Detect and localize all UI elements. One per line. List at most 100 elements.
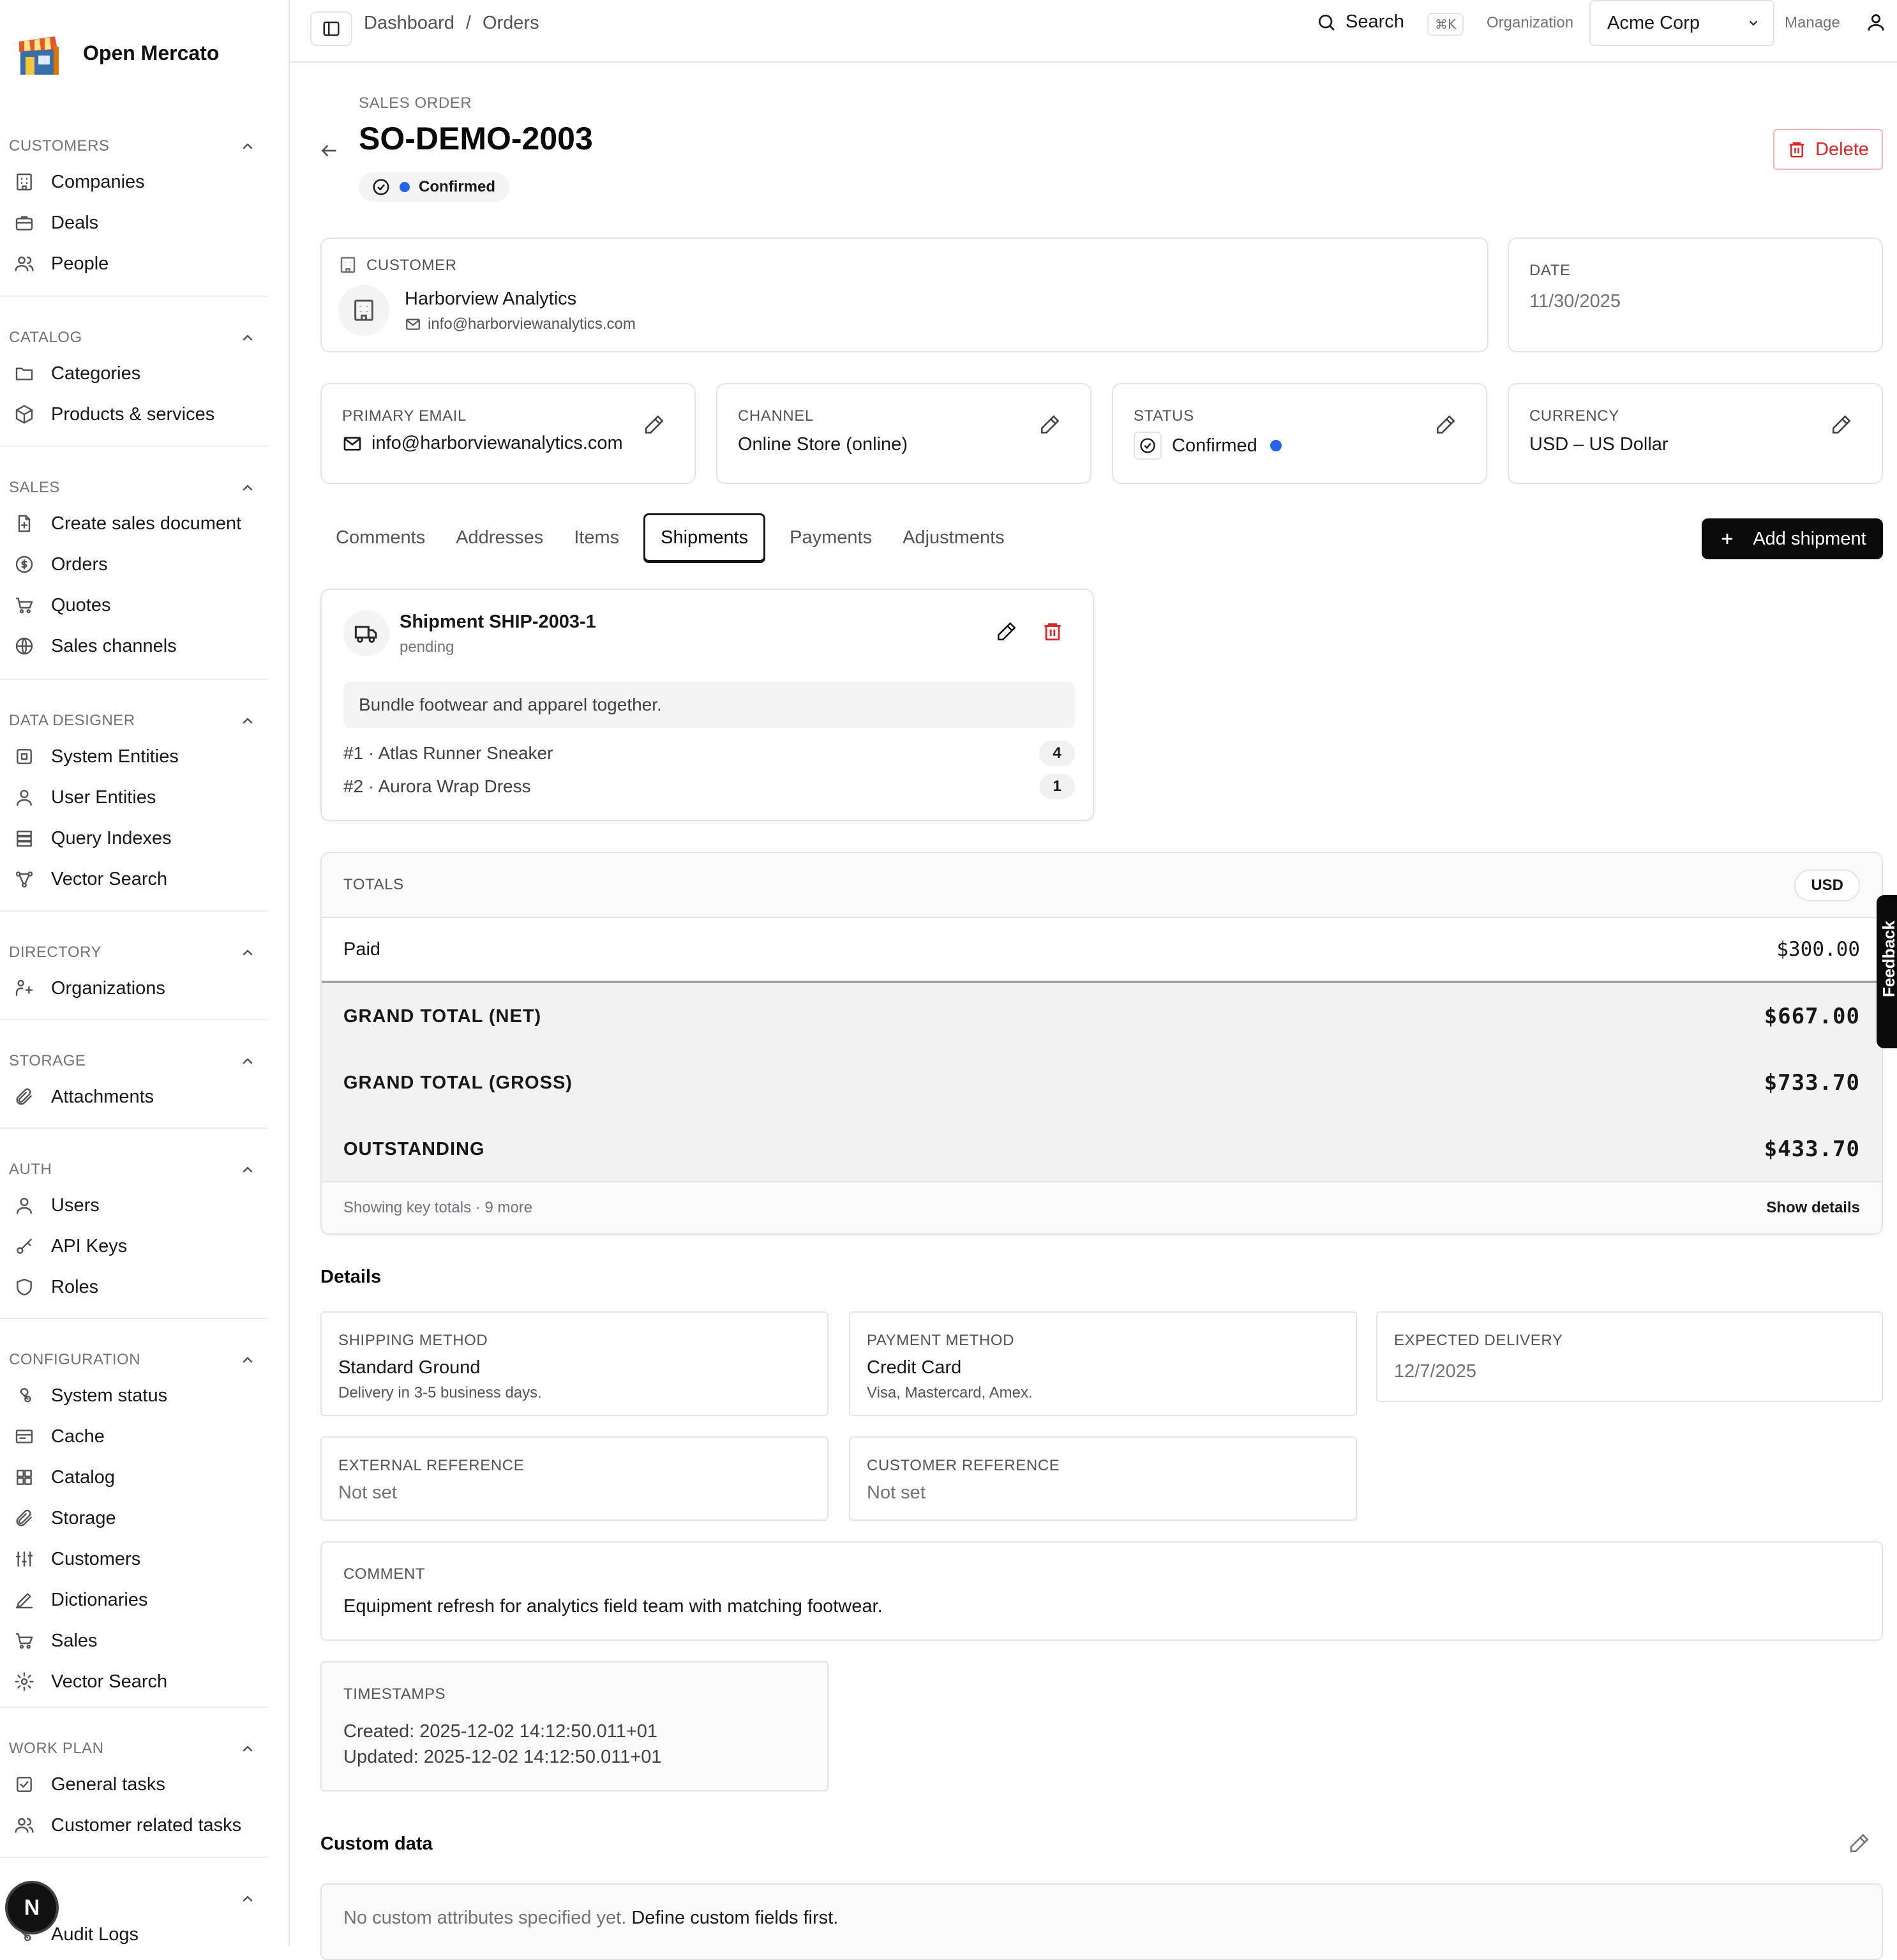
customer-caption: CUSTOMER <box>366 257 457 274</box>
check-circle-icon <box>1140 438 1155 453</box>
brand[interactable]: Open Mercato <box>18 24 219 82</box>
search-button[interactable]: Search <box>1316 11 1404 33</box>
sidebar-item[interactable]: System status <box>0 1375 268 1416</box>
sidebar-item[interactable]: Roles <box>0 1267 268 1308</box>
chevron-up-icon <box>240 1352 255 1368</box>
pencil-icon[interactable] <box>1039 414 1061 435</box>
tab-addresses[interactable]: Addresses <box>440 513 559 562</box>
sidebar-item[interactable]: Users <box>0 1185 268 1226</box>
status-icon-box <box>1134 432 1162 460</box>
custom-data-empty: No custom attributes specified yet. Defi… <box>343 1908 838 1929</box>
file-plus-icon <box>14 513 34 534</box>
sidebar-section-header[interactable]: SALES <box>0 472 268 503</box>
comment-caption: COMMENT <box>343 1565 426 1583</box>
sidebar-item[interactable]: Organizations <box>0 968 268 1009</box>
sidebar-item[interactable]: Catalog <box>0 1457 268 1498</box>
breadcrumb-orders[interactable]: Orders <box>483 13 539 34</box>
add-shipment-button[interactable]: Add shipment <box>1702 518 1883 559</box>
pencil-icon[interactable] <box>1848 1832 1870 1854</box>
sidebar-item[interactable]: User Entities <box>0 777 268 818</box>
organization-select[interactable]: Acme Corp <box>1589 0 1774 46</box>
sidebar-section-header[interactable]: WORK PLAN <box>0 1733 268 1764</box>
custom-data-empty-text: No custom attributes specified yet. <box>343 1908 627 1928</box>
shipment-line-label: #2 · Aurora Wrap Dress <box>343 776 531 796</box>
sidebar-item-label: Customer related tasks <box>51 1814 242 1836</box>
delete-button[interactable]: Delete <box>1773 129 1883 170</box>
sidebar-section-header[interactable]: DIRECTORY <box>0 937 268 968</box>
define-custom-fields-link[interactable]: Define custom fields first. <box>631 1908 838 1928</box>
sidebar-item[interactable]: Vector Search <box>0 1661 268 1702</box>
sidebar-item-label: Catalog <box>51 1466 115 1488</box>
sidebar-item[interactable]: Query Indexes <box>0 818 268 859</box>
customer-name[interactable]: Harborview Analytics <box>405 289 576 310</box>
breadcrumb-dashboard[interactable]: Dashboard <box>364 13 454 34</box>
sidebar-item[interactable]: System Entities <box>0 736 268 777</box>
sidebar-section-header[interactable]: DATA DESIGNER <box>0 705 268 736</box>
sidebar-section-header[interactable]: CUSTOMERS <box>0 131 268 162</box>
manage-link[interactable]: Manage <box>1785 14 1840 32</box>
sidebar-section-title: CATALOG <box>9 329 82 346</box>
shipping-method-sub: Delivery in 3-5 business days. <box>338 1384 542 1401</box>
sidebar-section-header[interactable]: CATALOG <box>0 322 268 353</box>
sidebar-section-header[interactable]: AUTH <box>0 1154 268 1185</box>
checkbox-icon <box>14 1774 34 1795</box>
shipping-method-card[interactable]: SHIPPING METHOD Standard Ground Delivery… <box>320 1311 829 1416</box>
sidebar-item[interactable]: Create sales document <box>0 503 268 544</box>
sidebar-item[interactable]: People <box>0 243 268 284</box>
sidebar-item[interactable]: General tasks <box>0 1764 268 1805</box>
feedback-tab[interactable]: Feedback <box>1877 895 1897 1048</box>
sidebar-section-header[interactable]: STORAGE <box>0 1046 268 1076</box>
sidebar-toggle-button[interactable] <box>310 11 352 46</box>
pencil-icon[interactable] <box>1831 414 1852 435</box>
sidebar-item[interactable]: Attachments <box>0 1076 268 1117</box>
back-arrow-icon[interactable] <box>319 140 340 161</box>
sidebar-item[interactable]: Products & services <box>0 394 268 435</box>
show-details-button[interactable]: Show details <box>1766 1199 1860 1217</box>
date-value[interactable]: 11/30/2025 <box>1529 291 1621 312</box>
external-reference-card[interactable]: EXTERNAL REFERENCE Not set <box>320 1436 829 1521</box>
tab-payments[interactable]: Payments <box>774 513 887 562</box>
customer-email[interactable]: info@harborviewanalytics.com <box>428 315 636 333</box>
sidebar-section-title: CUSTOMERS <box>9 137 110 155</box>
expected-delivery-card[interactable]: EXPECTED DELIVERY 12/7/2025 <box>1376 1311 1883 1402</box>
sidebar-item-label: Storage <box>51 1507 116 1528</box>
key-icon <box>14 1236 34 1256</box>
pencil-icon[interactable] <box>996 621 1017 642</box>
sidebar-item[interactable]: Sales <box>0 1620 268 1661</box>
payment-method-card[interactable]: PAYMENT METHOD Credit Card Visa, Masterc… <box>849 1311 1357 1416</box>
comment-card[interactable]: COMMENT Equipment refresh for analytics … <box>320 1541 1883 1641</box>
sidebar-item[interactable]: Companies <box>0 162 268 202</box>
sidebar-item[interactable]: Orders <box>0 544 268 585</box>
delete-label: Delete <box>1815 139 1869 160</box>
sidebar-section-header[interactable]: CONFIGURATION <box>0 1345 268 1375</box>
sidebar-item[interactable]: Deals <box>0 202 268 243</box>
sidebar-item-label: Vector Search <box>51 1671 168 1692</box>
pencil-icon[interactable] <box>643 414 665 435</box>
sliders-icon <box>14 1549 34 1569</box>
sidebar-item[interactable]: API Keys <box>0 1226 268 1267</box>
sidebar-item[interactable]: Storage <box>0 1498 268 1539</box>
sidebar-item[interactable]: Customer related tasks <box>0 1805 268 1846</box>
sidebar-item[interactable]: Categories <box>0 353 268 394</box>
tab-adjustments[interactable]: Adjustments <box>887 513 1020 562</box>
sidebar-item[interactable]: Dictionaries <box>0 1579 268 1620</box>
sidebar-item[interactable]: Cache <box>0 1416 268 1457</box>
tab-shipments[interactable]: Shipments <box>643 513 766 562</box>
sidebar-item[interactable]: Quotes <box>0 585 268 626</box>
pencil-icon[interactable] <box>1435 414 1457 435</box>
outstanding-label: OUTSTANDING <box>343 1138 485 1159</box>
sidebar-item[interactable]: Vector Search <box>0 859 268 900</box>
dev-tools-badge[interactable]: N <box>8 1883 56 1932</box>
tab-comments[interactable]: Comments <box>320 513 440 562</box>
tab-items[interactable]: Items <box>559 513 634 562</box>
trash-icon[interactable] <box>1042 621 1063 642</box>
customer-reference-card[interactable]: CUSTOMER REFERENCE Not set <box>849 1436 1357 1521</box>
sidebar-item[interactable]: Customers <box>0 1539 268 1579</box>
payment-method-sub: Visa, Mastercard, Amex. <box>867 1384 1033 1401</box>
sidebar-item[interactable]: Sales channels <box>0 626 268 667</box>
sidebar-divider <box>0 1707 268 1708</box>
expected-delivery-caption: EXPECTED DELIVERY <box>1394 1332 1563 1349</box>
status-dot <box>1270 440 1282 451</box>
sidebar-item-label: Categories <box>51 363 141 384</box>
user-menu-icon[interactable] <box>1865 11 1887 33</box>
